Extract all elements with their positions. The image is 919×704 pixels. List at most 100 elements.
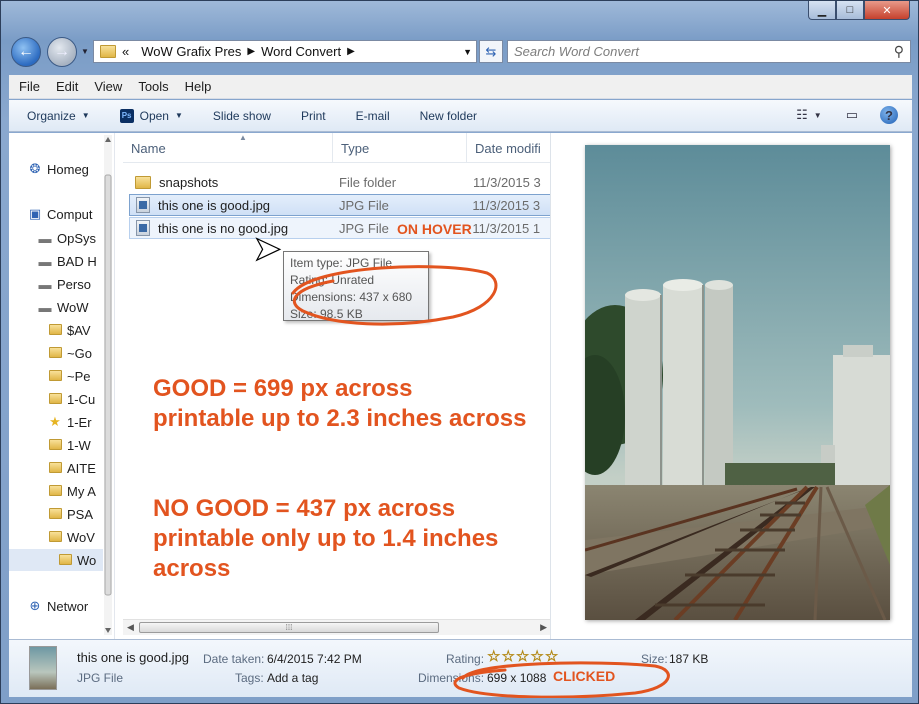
scroll-thumb[interactable]: ⁞⁞⁞ [139,622,439,633]
address-bar[interactable]: « WoW Grafix Pres ▶ Word Convert ▶ ▼ [93,40,477,63]
folder-icon [47,323,63,338]
star-icon[interactable]: ☆ [487,648,501,666]
navigation-pane[interactable]: ❂ Homeg ▣ Comput ▬ OpSys ▬ BAD H ▬ Perso ▬ WoW $AV ~G… [9,133,115,639]
sidebar-item-1-w[interactable]: 1-W [47,434,91,456]
sidebar-item-pe[interactable]: ~Pe [47,365,91,387]
sidebar-item-bad-h[interactable]: ▬ BAD H [37,250,97,272]
rating-stars[interactable]: ☆☆☆☆☆ [487,647,559,666]
drive-icon: ▬ [38,230,52,246]
tooltip-line: Dimensions: 437 x 680 [290,290,413,304]
sidebar-item-wov[interactable]: WoV [47,526,95,548]
menu-view[interactable]: View [94,79,122,94]
print-button[interactable]: Print [301,109,326,123]
sidebar-item-label: ~Go [67,345,92,361]
file-row[interactable]: this one is no good.jpg JPG File 11/3/2015… [129,217,550,239]
folder-icon [47,507,63,522]
size-label: Size: [641,652,668,666]
forward-arrow-icon: → [54,43,70,60]
breadcrumb-separator-icon[interactable]: ▶ [247,46,255,57]
search-input[interactable]: Search Word Convert ⚲ [507,40,911,63]
sidebar-item-wow[interactable]: ▬ WoW [37,296,89,318]
menu-help[interactable]: Help [185,79,212,94]
breadcrumb-wow-grafix-pres[interactable]: WoW Grafix Pres [141,44,241,59]
address-dropdown-icon[interactable]: ▼ [463,47,472,57]
clicked-annotation: CLICKED [553,668,616,684]
column-header-name[interactable]: Name [123,133,333,163]
file-date: 11/3/2015 1 [472,220,541,236]
new-folder-button[interactable]: New folder [420,109,477,123]
search-icon[interactable]: ⚲ [894,43,904,60]
sidebar-item-1-er[interactable]: ★ 1-Er [47,411,92,433]
view-options-icon[interactable]: ☷ [796,107,808,123]
sidebar-item-comput[interactable]: ▣ Comput [27,203,93,225]
menu-tools[interactable]: Tools [138,79,168,94]
back-button[interactable]: ← [11,37,41,67]
open-button[interactable]: Ps Open ▼ [119,108,183,123]
sidebar-item-my-a[interactable]: My A [47,480,96,502]
tags-input[interactable]: Add a tag [267,671,318,685]
star-icon[interactable]: ☆ [530,648,544,666]
breadcrumb-overflow[interactable]: « [122,44,129,59]
maximize-button[interactable]: □ [836,1,864,20]
sidebar-item-go[interactable]: ~Go [47,342,92,364]
file-thumbnail [29,646,57,690]
file-row[interactable]: snapshots File folder 11/3/2015 3 [129,171,550,193]
date-taken-value[interactable]: 6/4/2015 7:42 PM [267,652,362,666]
back-arrow-icon: ← [18,43,34,60]
star-icon[interactable]: ☆ [501,648,515,666]
sidebar-item-label: Perso [57,276,91,292]
no-good-annotation: NO GOOD = 437 px across printable only u… [153,495,499,582]
sidebar-item-label: Wo [77,552,97,568]
dimensions-value: 699 x 1088 [487,671,547,685]
close-button[interactable]: ✕ [864,1,910,20]
recent-pages-button[interactable]: ▼ [81,47,89,56]
sidebar-item-opsys[interactable]: ▬ OpSys [37,227,97,249]
folder-icon [47,461,63,476]
tags-label: Tags: [235,671,264,685]
scroll-right-icon[interactable]: ▶ [540,622,547,633]
sidebar-item-label: $AV [67,322,91,338]
navigation-scrollbar[interactable] [103,135,113,635]
minimize-button[interactable]: ▁ [808,1,836,20]
homegroup-icon: ❂ [29,161,41,176]
sidebar-item-label: AITE [67,460,96,476]
file-row[interactable]: this one is good.jpg JPG File 11/3/2015 3 [129,194,550,216]
sidebar-item-1-cu[interactable]: 1-Cu [47,388,95,410]
image-file-icon [136,220,150,236]
horizontal-scrollbar[interactable]: ◀ ⁞⁞⁞ ▶ [123,619,550,635]
preview-pane-icon[interactable]: ▭ [846,107,858,123]
menu-edit[interactable]: Edit [56,79,78,94]
breadcrumb-word-convert[interactable]: Word Convert [261,44,341,59]
refresh-button[interactable]: ⇆ [479,40,503,63]
sidebar-item-wo[interactable]: Wo [9,549,103,571]
on-hover-annotation: ON HOVER [397,221,472,237]
file-type: File folder [339,174,397,190]
image-file-icon [136,197,150,213]
organize-button[interactable]: Organize ▼ [27,109,90,123]
sidebar-item-label: 1-W [67,437,91,453]
command-bar-right: ☷ ▼ ▭ ? [782,106,898,124]
sidebar-item-networ[interactable]: ⊕ Networ [27,595,89,617]
sidebar-item-psa[interactable]: PSA [47,503,93,525]
sidebar-item-aite[interactable]: AITE [47,457,96,479]
star-icon[interactable]: ☆ [545,648,559,666]
forward-button[interactable]: → [47,37,77,67]
chevron-down-icon[interactable]: ▼ [814,111,822,120]
scroll-left-icon[interactable]: ◀ [127,622,134,633]
breadcrumb-separator-icon[interactable]: ▶ [347,46,355,57]
column-header-type[interactable]: Type [333,133,467,163]
slideshow-button[interactable]: Slide show [213,109,271,123]
star-icon[interactable]: ☆ [516,648,530,666]
folder-icon [47,484,63,499]
sidebar-item-homeg[interactable]: ❂ Homeg [27,158,89,180]
menu-file[interactable]: File [19,79,40,94]
sidebar-item-label: 1-Er [67,414,92,430]
chevron-down-icon: ▼ [174,111,183,120]
sidebar-item-av[interactable]: $AV [47,319,91,341]
email-button[interactable]: E-mail [356,109,390,123]
open-label: Open [139,108,169,123]
sidebar-item-perso[interactable]: ▬ Perso [37,273,91,295]
search-placeholder: Search Word Convert [514,44,639,59]
column-header-date[interactable]: Date modifi [467,133,550,163]
help-icon[interactable]: ? [880,106,898,124]
